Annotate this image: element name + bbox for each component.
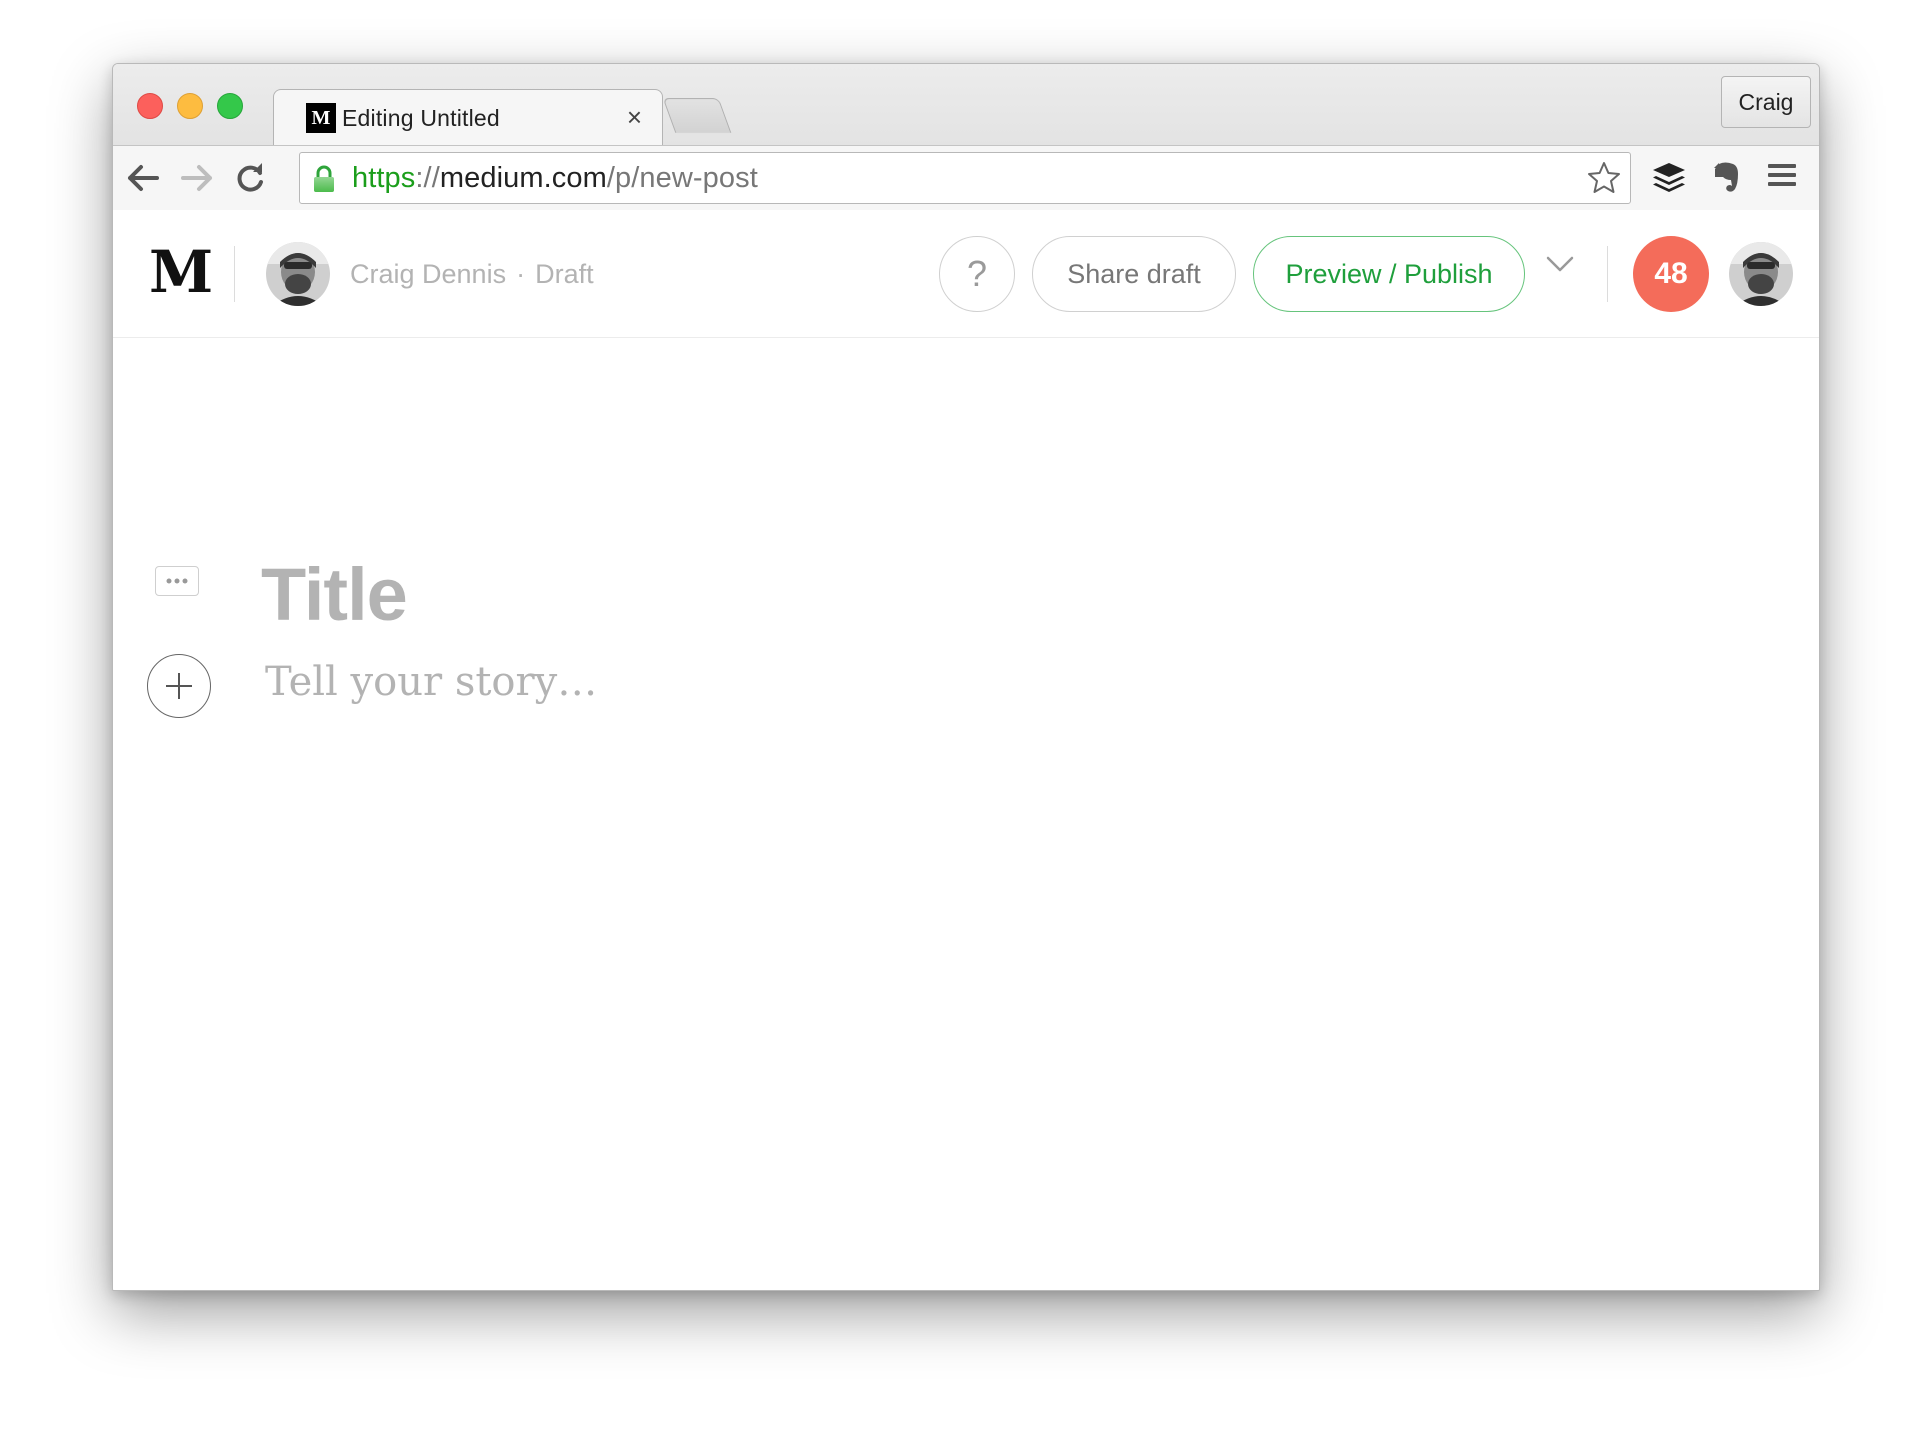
menu-icon[interactable] xyxy=(1767,160,1797,195)
actions-divider xyxy=(1607,246,1608,302)
back-arrow-icon[interactable] xyxy=(125,160,161,196)
help-button[interactable]: ? xyxy=(939,236,1015,312)
tab-close-icon[interactable]: × xyxy=(627,102,642,132)
browser-chrome: M Editing Untitled × Craig https:// med… xyxy=(113,64,1819,210)
medium-favicon-icon: M xyxy=(306,103,336,133)
url-scheme: https xyxy=(352,161,416,194)
story-placeholder[interactable]: Tell your story… xyxy=(265,652,597,712)
evernote-extension-icon[interactable] xyxy=(1711,160,1741,199)
user-avatar[interactable] xyxy=(1729,242,1793,306)
lock-icon xyxy=(312,165,336,198)
author-name[interactable]: Craig Dennis xyxy=(350,259,506,290)
author-info: Craig Dennis · Draft xyxy=(350,242,594,306)
title-placeholder[interactable]: Title xyxy=(261,550,408,640)
minimize-window-button[interactable] xyxy=(177,93,203,119)
zoom-window-button[interactable] xyxy=(217,93,243,119)
close-window-button[interactable] xyxy=(137,93,163,119)
metabar: M Craig Dennis · Draft ? Share draft Pre… xyxy=(113,210,1819,338)
logo-divider xyxy=(234,246,235,302)
browser-tab[interactable]: M Editing Untitled × xyxy=(273,89,663,146)
browser-toolbar: https://medium.com/p/new-post xyxy=(113,145,1819,210)
avatar-photo-icon xyxy=(266,242,330,306)
profile-button[interactable]: Craig xyxy=(1721,76,1811,128)
draft-status: Draft xyxy=(535,258,594,289)
post-options-icon[interactable] xyxy=(155,566,199,596)
notification-badge[interactable]: 48 xyxy=(1633,236,1709,312)
buffer-extension-icon[interactable] xyxy=(1651,160,1687,201)
chevron-down-icon[interactable] xyxy=(1545,254,1575,279)
new-tab-button[interactable] xyxy=(662,98,732,133)
medium-editor-page: M Craig Dennis · Draft ? Share draft Pre… xyxy=(113,210,1819,1290)
tab-title: Editing Untitled xyxy=(342,104,500,131)
user-avatar-photo-icon xyxy=(1729,242,1793,306)
url-separator: :// xyxy=(415,161,440,194)
bookmark-star-icon[interactable] xyxy=(1586,160,1622,201)
author-avatar[interactable] xyxy=(266,242,330,306)
forward-arrow-icon[interactable] xyxy=(179,160,215,196)
screenshot-scene: M Editing Untitled × Craig https:// med… xyxy=(0,0,1924,1446)
plus-icon xyxy=(166,673,192,699)
share-draft-button[interactable]: Share draft xyxy=(1032,236,1236,312)
medium-logo[interactable]: M xyxy=(149,238,213,306)
address-bar[interactable]: https://medium.com/p/new-post xyxy=(299,152,1631,204)
url-path: /p/new-post xyxy=(606,161,758,194)
preview-publish-button[interactable]: Preview / Publish xyxy=(1253,236,1525,312)
reload-icon[interactable] xyxy=(233,160,269,196)
url-host: medium.com xyxy=(439,161,607,194)
tab-content: M Editing Untitled xyxy=(306,90,500,146)
browser-window: M Editing Untitled × Craig https:// med… xyxy=(112,63,1820,1291)
add-content-button[interactable] xyxy=(147,654,211,718)
url-text: https://medium.com/p/new-post xyxy=(352,153,758,203)
author-separator: · xyxy=(516,258,526,289)
